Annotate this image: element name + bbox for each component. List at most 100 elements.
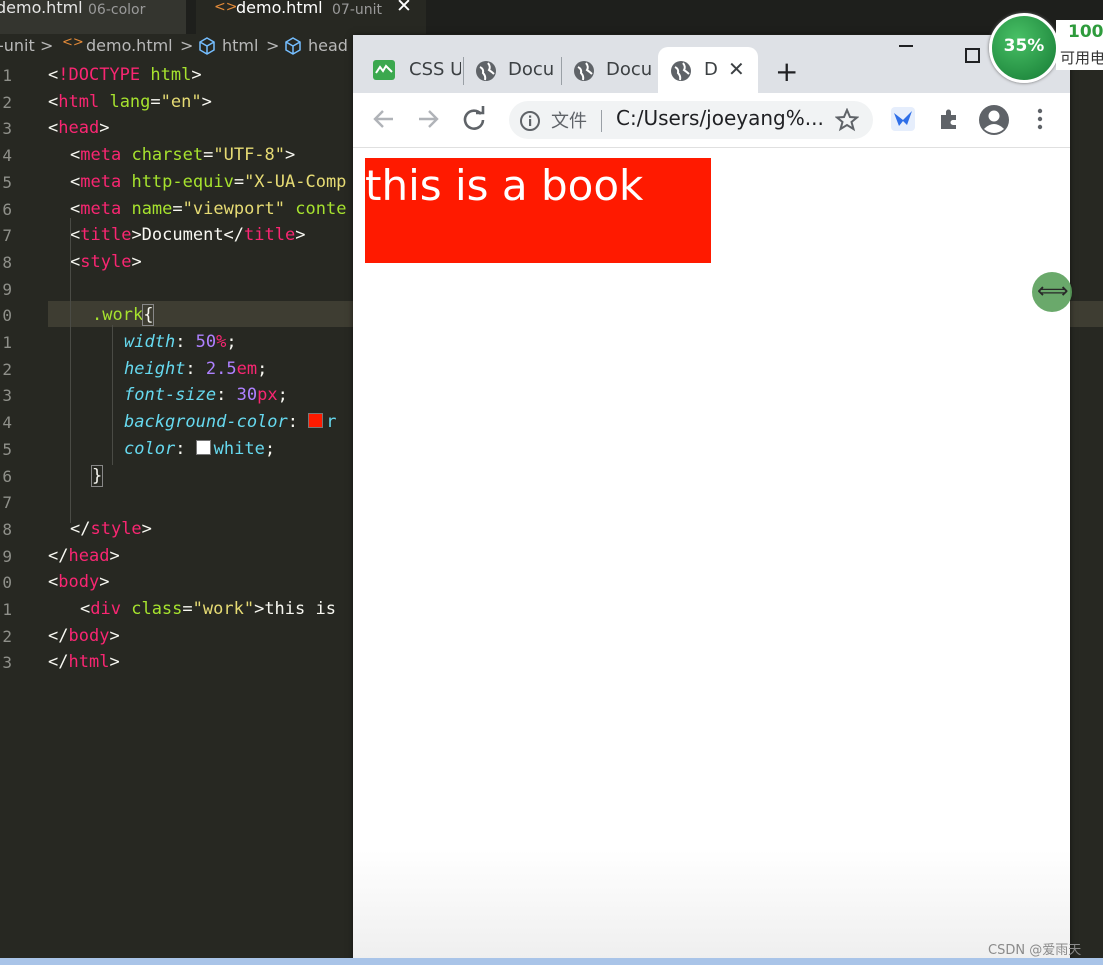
close-tab-icon[interactable]: ✕	[728, 57, 745, 81]
tab-title: Docu	[606, 59, 653, 80]
indent-guide	[112, 325, 113, 465]
forward-icon[interactable]	[415, 106, 441, 136]
bookmark-star-icon[interactable]	[834, 107, 860, 136]
breadcrumb-folder[interactable]: -unit	[0, 36, 35, 55]
extensions-puzzle-icon[interactable]	[937, 107, 961, 135]
maximize-icon[interactable]	[965, 48, 980, 63]
tab-title: D	[704, 59, 718, 80]
code-line[interactable]: 1 width: 50%;	[0, 329, 360, 356]
reload-icon[interactable]	[461, 106, 487, 136]
code-text: .work{	[92, 304, 155, 327]
tab-filename: demo.html	[0, 0, 83, 17]
work-div: this is a book	[365, 158, 711, 263]
code-line[interactable]: 6 <meta name="viewport" conte	[0, 196, 360, 223]
globe-icon	[475, 60, 497, 87]
gauge-panel-label: 可用电	[1060, 49, 1103, 67]
extension-bird-icon[interactable]	[891, 107, 915, 135]
taskbar-strip	[0, 958, 1103, 965]
tab-filename: demo.html	[236, 0, 323, 17]
line-number: 0	[2, 306, 12, 326]
code-text: </body>	[48, 625, 120, 646]
code-text: <html lang="en">	[48, 91, 212, 112]
code-line[interactable]: 0 .work{	[0, 302, 360, 329]
html-file-icon: <>	[214, 0, 238, 15]
editor-tab-bar: demo.html 06-color <> demo.html 07-unit …	[0, 0, 1103, 34]
code-line[interactable]: 7 <title>Document</title>	[0, 222, 360, 249]
browser-tab-css[interactable]: CSS U	[353, 47, 461, 93]
tab-folder: 07-unit	[332, 2, 382, 18]
battery-gauge-panel: 100 可用电	[1056, 20, 1103, 70]
code-line[interactable]: 8 <style>	[0, 249, 360, 276]
css-site-icon	[373, 60, 395, 85]
close-tab-icon[interactable]: ✕	[396, 0, 412, 16]
code-line[interactable]: 6}	[0, 463, 360, 490]
globe-icon	[670, 60, 692, 87]
browser-tab-document[interactable]: Docu	[463, 47, 561, 93]
code-line[interactable]: 0 <body>	[0, 569, 360, 596]
browser-tab-document[interactable]: Docu	[561, 47, 657, 93]
line-number: 7	[2, 493, 12, 513]
line-number: 3	[2, 119, 12, 139]
breadcrumb-head[interactable]: head	[308, 36, 348, 55]
resize-arrows-icon: ⟺	[1037, 279, 1069, 304]
line-number: 3	[2, 653, 12, 673]
editor-tab-06-color[interactable]: demo.html 06-color	[0, 0, 186, 34]
element-cube-icon	[284, 37, 302, 59]
code-line[interactable]: 9 </head>	[0, 543, 360, 570]
breadcrumb-separator: >	[180, 36, 194, 55]
line-number: 6	[2, 466, 12, 486]
code-line[interactable]: 3 font-size: 30px;	[0, 382, 360, 409]
line-number: 4	[2, 146, 12, 166]
line-number: 2	[2, 626, 12, 646]
globe-icon	[573, 60, 595, 87]
code-line[interactable]: 4 background-color: r	[0, 409, 360, 436]
code-lines[interactable]: 1 <!DOCTYPE html> 2 <html lang="en"> 3 <head>…	[0, 62, 360, 702]
breadcrumb-separator: >	[40, 36, 54, 55]
code-line[interactable]: 1 <!DOCTYPE html>	[0, 62, 360, 89]
line-number: 9	[2, 279, 12, 299]
line-number: 9	[2, 546, 12, 566]
menu-kebab-icon[interactable]	[1037, 107, 1043, 135]
code-text: </style>	[70, 518, 152, 539]
address-bar[interactable]: 文件 C:/Users/joeyang%...	[509, 101, 873, 139]
code-line[interactable]: 9	[0, 276, 360, 303]
line-number: 4	[2, 413, 12, 433]
gauge-panel-value: 100	[1068, 22, 1103, 42]
minimize-icon[interactable]	[899, 45, 913, 47]
code-text: background-color: r	[124, 412, 337, 433]
code-line[interactable]: 1 <div class="work">this is	[0, 596, 360, 623]
code-line[interactable]: 5 color: white;	[0, 436, 360, 463]
breadcrumb-html[interactable]: html	[222, 36, 258, 55]
line-number: 1	[2, 600, 12, 619]
code-line[interactable]: 7	[0, 489, 360, 516]
code-line[interactable]: 2 </body>	[0, 623, 360, 650]
element-cube-icon	[198, 37, 216, 59]
line-number: 6	[2, 199, 12, 219]
code-line[interactable]: 3 </html>	[0, 649, 360, 676]
editor-tab-07-unit[interactable]: <> demo.html 07-unit ✕	[196, 0, 426, 34]
code-line[interactable]: 2 <html lang="en">	[0, 89, 360, 116]
resize-handle[interactable]: ⟺	[1032, 272, 1072, 312]
code-text: <meta http-equiv="X-UA-Comp	[70, 171, 347, 192]
line-number: 2	[2, 359, 12, 379]
back-icon[interactable]	[371, 106, 397, 136]
browser-tab-active[interactable]: D ✕	[658, 47, 758, 93]
breadcrumb-file[interactable]: demo.html	[86, 36, 173, 55]
code-text: </head>	[48, 545, 120, 566]
indent-guide	[70, 218, 71, 523]
code-text: font-size: 30px;	[124, 385, 288, 406]
code-line[interactable]: 2 height: 2.5em;	[0, 356, 360, 383]
line-number: 5	[2, 439, 12, 459]
code-line[interactable]: 8 </style>	[0, 516, 360, 543]
code-text: }	[90, 464, 104, 487]
line-number: 7	[2, 226, 12, 246]
info-icon[interactable]	[519, 110, 541, 136]
line-number: 2	[2, 92, 12, 112]
code-text: <body>	[48, 572, 110, 593]
url-text[interactable]: C:/Users/joeyang%...	[616, 106, 824, 130]
code-line[interactable]: 5 <meta http-equiv="X-UA-Comp	[0, 169, 360, 196]
code-line[interactable]: 4 <meta charset="UTF-8">	[0, 142, 360, 169]
profile-avatar-icon[interactable]	[978, 104, 1010, 140]
code-line[interactable]: 3 <head>	[0, 115, 360, 142]
new-tab-button[interactable]: +	[775, 55, 798, 88]
